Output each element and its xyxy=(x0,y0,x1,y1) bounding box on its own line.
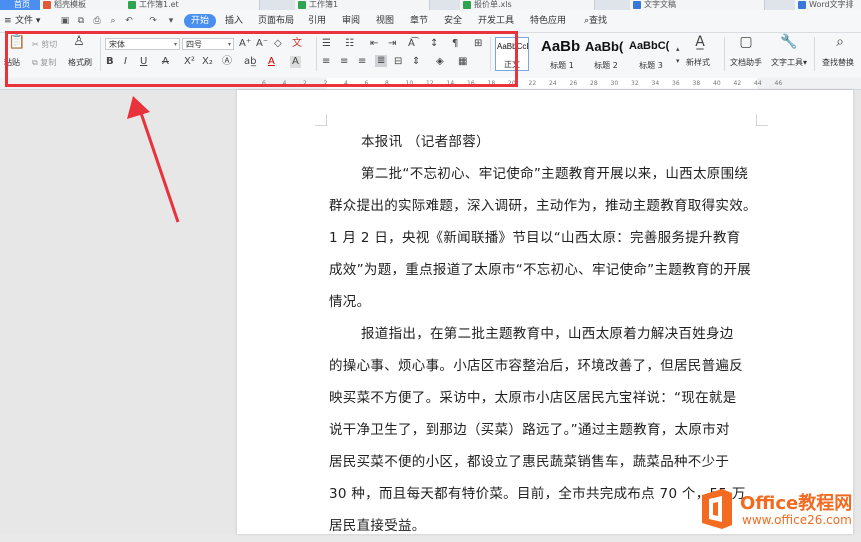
menu-start[interactable]: 开始 xyxy=(184,14,217,28)
save-icon[interactable]: ▣ xyxy=(60,16,70,26)
menu-special[interactable]: 特色应用 xyxy=(530,14,566,28)
ruler-tick-label: 42 xyxy=(733,80,742,87)
text-tools-label: 文字工具 xyxy=(771,58,803,67)
style-heading-2[interactable]: AaBb( 标题 2 xyxy=(585,37,627,71)
margin-corner-top-right xyxy=(756,114,768,126)
ruler-tick-label: 26 xyxy=(569,80,578,87)
style-label: 标题 2 xyxy=(594,61,618,70)
new-style-icon[interactable]: A̲ xyxy=(690,35,710,49)
document-tab-bar: 首页 稻壳模板 工作簿1.et 工作簿1 报价单.xls 文字文稿 Word文字… xyxy=(0,0,861,10)
doc-assistant-button[interactable]: 文档助手 xyxy=(730,58,762,68)
doc-icon xyxy=(798,1,806,9)
style-heading-1[interactable]: AaBb 标题 1 xyxy=(541,37,583,71)
tab-label: 报价单.xls xyxy=(474,0,512,9)
divider xyxy=(814,37,815,71)
print-preview-icon[interactable]: ⌕ xyxy=(108,16,118,26)
menu-chapter[interactable]: 章节 xyxy=(410,14,428,28)
menu-search[interactable]: ⌕查找 xyxy=(584,14,607,28)
text-line: 说干净卫生了，到那边（买菜）路远了。”通过主题教育，太原市对 xyxy=(329,422,730,438)
ruler-tick-label: 38 xyxy=(692,80,701,87)
ruler-tick-label: 24 xyxy=(549,80,557,87)
redo-icon[interactable]: ↷ xyxy=(148,16,158,26)
new-style-button[interactable]: 新样式 xyxy=(686,58,710,68)
tab-label: Word文字排 xyxy=(809,0,854,9)
wrench-icon[interactable]: 🔧 xyxy=(780,35,797,49)
tab-label: 工作簿1 xyxy=(309,0,339,9)
doc-icon xyxy=(633,1,641,9)
paragraph-byline[interactable]: 本报讯 （记者部蓉） xyxy=(329,126,759,158)
export-pdf-icon[interactable]: ⧉ xyxy=(76,16,86,26)
template-icon xyxy=(43,1,51,9)
tab-label: 稻壳模板 xyxy=(54,0,86,9)
menu-security[interactable]: 安全 xyxy=(444,14,462,28)
highlight-box xyxy=(5,31,518,87)
text-line: 的操心事、烦心事。小店区市容整治后，环境改善了，但居民普遍反 xyxy=(329,358,743,374)
menu-view[interactable]: 视图 xyxy=(376,14,394,28)
style-heading-3[interactable]: AaBbC( 标题 3 xyxy=(629,37,673,71)
ruler-tick-label: 22 xyxy=(528,80,537,87)
undo-icon[interactable]: ↶ xyxy=(124,16,134,26)
text-line: 1 月 2 日，央视《新闻联播》节目以“山西太原：完善服务提升教育 xyxy=(329,230,741,246)
sheet-icon xyxy=(128,1,136,9)
tab-template[interactable]: 稻壳模板 xyxy=(40,0,135,10)
tab-label: 文字文稿 xyxy=(644,0,676,9)
site-watermark: Office教程网 www.office26.com xyxy=(690,483,861,534)
watermark-url: www.office26.com xyxy=(742,513,852,527)
text-tools-button[interactable]: 文字工具▾ xyxy=(771,58,807,68)
style-preview: AaBbC( xyxy=(629,40,670,52)
divider xyxy=(724,37,725,71)
tab-label: 首页 xyxy=(14,0,30,9)
style-scroll-icon[interactable]: ▴ ▾ xyxy=(676,43,680,67)
ruler-tick-label: 44 xyxy=(754,80,762,87)
text-line: 成效”为题，重点报道了太原市“不忘初心、牢记使命”主题教育的开展 xyxy=(329,262,752,278)
menu-review[interactable]: 审阅 xyxy=(342,14,360,28)
text-line: 报道指出，在第二批主题教育中，山西太原着力解决百姓身边 xyxy=(361,326,734,342)
text-line: 群众提出的实际难题，深入调研，主动作为，推动主题教育取得实效。 xyxy=(329,198,757,214)
text-line: 情况。 xyxy=(329,294,371,310)
text-line: 本报讯 （记者部蓉） xyxy=(361,134,490,150)
tab-doc[interactable]: 文字文稿 xyxy=(630,0,765,10)
paragraph-1[interactable]: 第二批“不忘初心、牢记使命”主题教育开展以来，山西太原围绕 群众提出的实际难题，… xyxy=(329,158,759,318)
ruler-tick-label: 34 xyxy=(651,80,660,87)
doc-assistant-icon[interactable]: ▢ xyxy=(738,35,754,49)
ruler-tick-label: 30 xyxy=(610,80,619,87)
menu-insert[interactable]: 插入 xyxy=(225,14,243,28)
hamburger-icon[interactable]: ≡ xyxy=(4,14,12,28)
print-icon[interactable]: ⎙ xyxy=(92,16,102,26)
menu-reference[interactable]: 引用 xyxy=(308,14,326,28)
ruler-tick-label: 32 xyxy=(631,80,639,87)
text-line: 第二批“不忘初心、牢记使命”主题教育开展以来，山西太原围绕 xyxy=(361,166,749,182)
tab-label: 工作簿1.et xyxy=(139,0,179,9)
find-replace-icon[interactable]: ⌕ xyxy=(832,35,848,49)
customize-icon[interactable]: ▾ xyxy=(166,16,176,26)
tab-workbook-2[interactable]: 工作簿1 xyxy=(295,0,430,10)
style-label: 标题 1 xyxy=(550,61,574,70)
menu-bar: ≡ 文件 ▾ ▣ ⧉ ⎙ ⌕ ↶ ↷ ▾ 开始 插入 页面布局 引用 审阅 视图… xyxy=(0,10,861,33)
text-line: 映买菜不方便了。采访中，太原市小店区居民亢宝祥说：“现在就是 xyxy=(329,390,737,406)
sheet-icon xyxy=(463,1,471,9)
tab-word[interactable]: Word文字排 xyxy=(795,0,861,10)
tab-quote-sheet[interactable]: 报价单.xls xyxy=(460,0,595,10)
menu-page-layout[interactable]: 页面布局 xyxy=(258,14,294,28)
text-line: 居民买菜不便的小区，都设立了惠民蔬菜销售车，蔬菜品种不少于 xyxy=(329,454,730,470)
menu-search-label: 查找 xyxy=(589,16,608,26)
menu-file[interactable]: 文件 ▾ xyxy=(15,14,40,28)
ruler-tick-label: 36 xyxy=(672,80,680,87)
margin-corner-top-left xyxy=(315,114,327,126)
sheet-icon xyxy=(298,1,306,9)
watermark-brand: Office教程网 xyxy=(740,493,853,514)
ruler-tick-label: 40 xyxy=(713,80,721,87)
menu-file-label: 文件 xyxy=(15,16,34,26)
ruler-tick-label: 46 xyxy=(774,80,783,87)
menu-developer[interactable]: 开发工具 xyxy=(478,14,514,28)
style-preview: AaBb( xyxy=(585,39,624,54)
find-replace-button[interactable]: 查找替换 xyxy=(822,58,854,68)
ruler-tick-label: 28 xyxy=(590,80,598,87)
style-preview: AaBb xyxy=(541,38,581,55)
office-logo-icon xyxy=(702,489,732,529)
style-label: 标题 3 xyxy=(639,61,663,70)
tab-workbook-1[interactable]: 工作簿1.et xyxy=(125,0,260,10)
